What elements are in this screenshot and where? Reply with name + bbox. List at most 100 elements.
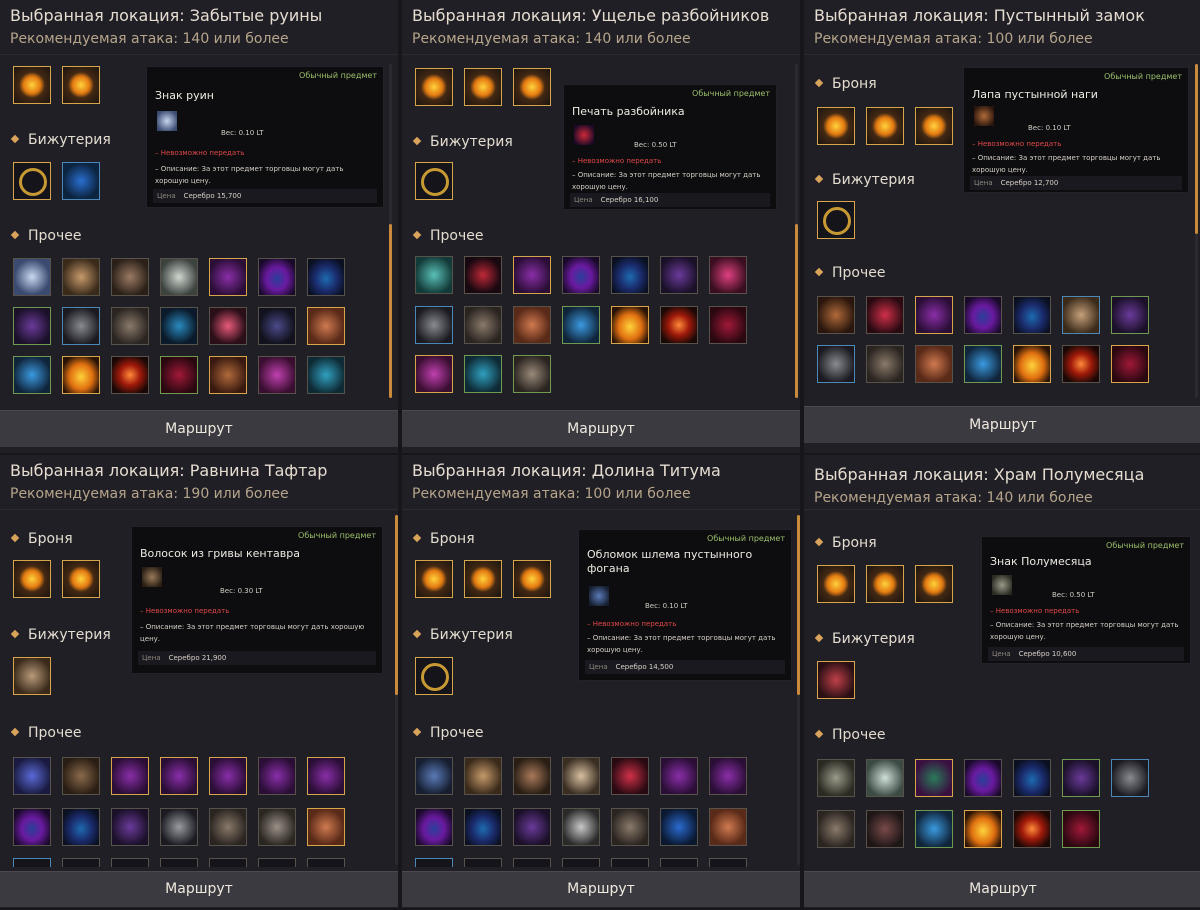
explosion-item-slot[interactable]: [111, 356, 149, 394]
necklace-item-slot[interactable]: [415, 162, 453, 200]
scrollbar-thumb[interactable]: [1195, 64, 1198, 234]
ore-item-slot[interactable]: [1062, 296, 1100, 334]
item-slot[interactable]: [415, 858, 453, 867]
loot-list[interactable]: Броня Бижутерия Прочее: [402, 511, 800, 867]
armor-item-slot[interactable]: [62, 560, 100, 598]
armor-item-slot[interactable]: [415, 560, 453, 598]
item-slot[interactable]: [464, 858, 502, 867]
box-item-slot[interactable]: [307, 757, 345, 795]
necklace-item-slot[interactable]: [817, 201, 855, 239]
fire-gem-item-slot[interactable]: [62, 356, 100, 394]
scythe-item-slot[interactable]: [709, 256, 747, 294]
route-button[interactable]: Маршрут: [402, 410, 800, 447]
armor-item-slot[interactable]: [62, 66, 100, 104]
blue-stone-item-slot[interactable]: [964, 296, 1002, 334]
amulet-item-slot[interactable]: [817, 345, 855, 383]
necklace-item-slot[interactable]: [13, 162, 51, 200]
box-item-slot[interactable]: [915, 296, 953, 334]
armor-item-slot[interactable]: [915, 107, 953, 145]
armor-item-slot[interactable]: [415, 68, 453, 106]
crystal-item-slot[interactable]: [13, 258, 51, 296]
blue-stone-item-slot[interactable]: [13, 808, 51, 846]
item-slot[interactable]: [13, 858, 51, 867]
scrollbar[interactable]: [1195, 64, 1198, 398]
hair-item-slot[interactable]: [62, 757, 100, 795]
armor-item-slot[interactable]: [915, 565, 953, 603]
red-pouch-item-slot[interactable]: [160, 356, 198, 394]
box-item-slot[interactable]: [709, 757, 747, 795]
orb-item-slot[interactable]: [307, 307, 345, 345]
armor-item-slot[interactable]: [464, 68, 502, 106]
blue-stone-item-slot[interactable]: [964, 759, 1002, 797]
explosion-item-slot[interactable]: [1013, 810, 1051, 848]
item-slot[interactable]: [513, 858, 551, 867]
scrollbar[interactable]: [797, 515, 800, 865]
route-button[interactable]: Маршрут: [804, 406, 1200, 443]
blue-bag-item-slot[interactable]: [464, 355, 502, 393]
loot-list[interactable]: Бижутерия Прочее Обычный предмет Печать …: [402, 56, 800, 402]
chest-item-slot[interactable]: [611, 808, 649, 846]
ore-item-slot[interactable]: [160, 258, 198, 296]
fire-gem-item-slot[interactable]: [964, 810, 1002, 848]
blue-stone-item-slot[interactable]: [562, 256, 600, 294]
item-slot[interactable]: [562, 858, 600, 867]
armor-item-slot[interactable]: [513, 68, 551, 106]
item-slot[interactable]: [611, 858, 649, 867]
key-item-slot[interactable]: [62, 307, 100, 345]
blue-stone-item-slot[interactable]: [415, 808, 453, 846]
feather-item-slot[interactable]: [513, 808, 551, 846]
scrollbar[interactable]: [795, 64, 798, 398]
armor-item-slot[interactable]: [817, 565, 855, 603]
fire-gem-item-slot[interactable]: [611, 306, 649, 344]
fire-gem-item-slot[interactable]: [1013, 345, 1051, 383]
potion-item-slot[interactable]: [13, 356, 51, 394]
explosion-item-slot[interactable]: [660, 306, 698, 344]
treasure-chest-item-slot[interactable]: [209, 356, 247, 394]
route-button[interactable]: Маршрут: [402, 871, 800, 907]
material-item-slot[interactable]: [62, 258, 100, 296]
item-slot[interactable]: [709, 858, 747, 867]
chest-item-slot[interactable]: [817, 810, 855, 848]
red-crystal-item-slot[interactable]: [866, 296, 904, 334]
loot-list[interactable]: Броня Бижутерия Прочее: [804, 56, 1200, 402]
blue-stone-item-slot[interactable]: [1013, 759, 1051, 797]
box-item-slot[interactable]: [209, 258, 247, 296]
blue-stone-item-slot[interactable]: [62, 808, 100, 846]
purple-bag-item-slot[interactable]: [415, 355, 453, 393]
chest-item-slot[interactable]: [209, 808, 247, 846]
anchor-item-slot[interactable]: [660, 808, 698, 846]
item-slot[interactable]: [307, 858, 345, 867]
item-slot[interactable]: [660, 858, 698, 867]
chest-item-slot[interactable]: [866, 345, 904, 383]
treasure-chest-item-slot[interactable]: [513, 355, 551, 393]
blue-stone-item-slot[interactable]: [1013, 296, 1051, 334]
scrollbar-thumb[interactable]: [395, 515, 398, 695]
box-item-slot[interactable]: [258, 757, 296, 795]
feather-item-slot[interactable]: [1062, 759, 1100, 797]
loot-list[interactable]: Бижутерия Прочее Обычный предмет Знак ру…: [0, 56, 398, 402]
potion-item-slot[interactable]: [915, 810, 953, 848]
dark-ore-item-slot[interactable]: [866, 810, 904, 848]
armor-item-slot[interactable]: [817, 107, 855, 145]
red-pouch-item-slot[interactable]: [709, 306, 747, 344]
item-slot[interactable]: [111, 858, 149, 867]
box-item-slot[interactable]: [160, 757, 198, 795]
scroll-item-slot[interactable]: [258, 808, 296, 846]
material-item-slot[interactable]: [464, 757, 502, 795]
bark-item-slot[interactable]: [513, 757, 551, 795]
orb-item-slot[interactable]: [307, 808, 345, 846]
box-item-slot[interactable]: [111, 757, 149, 795]
box-item-slot[interactable]: [915, 759, 953, 797]
ore-item-slot[interactable]: [866, 759, 904, 797]
orb-item-slot[interactable]: [709, 808, 747, 846]
horn-item-slot[interactable]: [817, 759, 855, 797]
scroll-jewel-item-slot[interactable]: [13, 657, 51, 695]
blue-stone-item-slot[interactable]: [307, 258, 345, 296]
scrollbar-thumb[interactable]: [795, 224, 798, 398]
feather-item-slot[interactable]: [13, 307, 51, 345]
shell-item-slot[interactable]: [562, 757, 600, 795]
amulet-item-slot[interactable]: [415, 306, 453, 344]
blue-stone-item-slot[interactable]: [258, 258, 296, 296]
potion-item-slot[interactable]: [964, 345, 1002, 383]
feather-item-slot[interactable]: [660, 256, 698, 294]
